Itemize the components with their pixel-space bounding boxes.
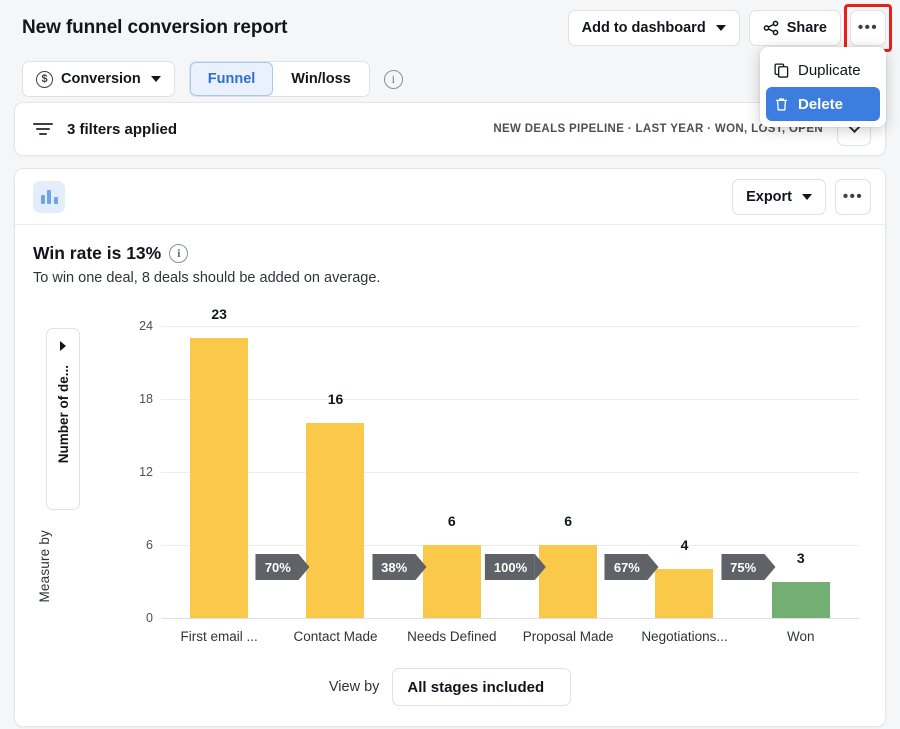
kebab-icon: ••• [843, 192, 863, 202]
plot-area: 0 6 12 18 24 23 16 6 6 4 3 70% 38% 100% 67% 75% First… [133, 302, 859, 654]
header-actions: Add to dashboard Share ••• [568, 10, 886, 46]
metric-select-button[interactable]: $ Conversion [22, 61, 175, 97]
chart-body: Win rate is 13% i To win one deal, 8 dea… [15, 225, 885, 664]
conversion-rate-badge: 100% [485, 554, 535, 580]
funnel-chart: Measure by Number of de... 0 6 12 18 24 23 16… [33, 302, 867, 654]
caret-right-icon [60, 341, 66, 351]
conversion-rate-badge: 75% [721, 554, 764, 580]
x-axis-label: First email ... [161, 629, 277, 644]
bar-value-label: 6 [564, 513, 572, 529]
view-by-label: View by [329, 679, 380, 695]
bar[interactable] [190, 338, 248, 618]
info-icon[interactable]: i [169, 244, 188, 263]
filters-applied-label: 3 filters applied [67, 121, 177, 138]
bar[interactable] [655, 569, 713, 618]
win-rate-subtitle: To win one deal, 8 deals should be added… [33, 270, 867, 286]
win-rate-heading: Win rate is 13% i [33, 243, 867, 264]
bar[interactable] [423, 545, 481, 618]
y-axis-tick: 6 [146, 538, 153, 552]
dollar-icon: $ [36, 71, 53, 88]
menu-item-duplicate-label: Duplicate [798, 62, 861, 79]
tab-funnel[interactable]: Funnel [190, 62, 274, 96]
add-to-dashboard-label: Add to dashboard [582, 20, 706, 36]
menu-item-delete-label: Delete [798, 96, 843, 113]
page-title: New funnel conversion report [22, 17, 287, 39]
bar[interactable] [306, 423, 364, 618]
y-axis-metric-select[interactable]: Number of de... [46, 328, 80, 510]
chart-more-options-button[interactable]: ••• [835, 179, 871, 215]
conversion-rate-badge: 38% [372, 554, 415, 580]
bar-value-label: 23 [211, 306, 227, 322]
filter-card: 3 filters applied NEW DEALS PIPELINE · L… [14, 102, 886, 156]
gridline: 0 [161, 618, 859, 619]
bar-value-label: 16 [328, 391, 344, 407]
chevron-down-icon [151, 76, 161, 82]
trash-icon [774, 97, 789, 112]
y-axis-tick: 18 [139, 392, 153, 406]
menu-item-duplicate[interactable]: Duplicate [766, 53, 880, 87]
share-label: Share [787, 20, 827, 36]
view-by-select[interactable]: All stages included [392, 668, 571, 706]
bar-value-label: 4 [681, 537, 689, 553]
top-header: New funnel conversion report Add to dash… [0, 0, 900, 56]
y-axis-metric-label: Number of de... [56, 365, 71, 463]
bar[interactable] [539, 545, 597, 618]
y-axis-tick: 0 [146, 611, 153, 625]
header-kebab-wrapper: ••• [850, 10, 886, 46]
view-by-control: View by All stages included [15, 664, 885, 726]
view-by-value: All stages included [407, 679, 544, 696]
chevron-down-icon [802, 194, 812, 200]
x-axis-label: Needs Defined [394, 629, 510, 644]
y-axis-tick: 24 [139, 319, 153, 333]
metric-select-label: Conversion [61, 71, 141, 87]
filter-icon [33, 123, 53, 135]
more-options-button[interactable]: ••• [850, 10, 886, 46]
x-axis-label: Negotiations... [626, 629, 742, 644]
context-menu: Duplicate Delete [760, 47, 886, 127]
chart-header-actions: Export ••• [732, 179, 871, 215]
bar-value-label: 3 [797, 550, 805, 566]
win-rate-title: Win rate is 13% [33, 243, 161, 264]
grid-area: 06121824 23166643 70%38%100%67%75% [161, 326, 859, 618]
chart-header: Export ••• [15, 169, 885, 225]
x-axis-label: Proposal Made [510, 629, 626, 644]
duplicate-icon [774, 63, 789, 78]
kebab-icon: ••• [858, 23, 878, 33]
chart-card: Export ••• Win rate is 13% i To win one … [14, 168, 886, 727]
export-button[interactable]: Export [732, 179, 826, 215]
tab-win-loss[interactable]: Win/loss [273, 62, 369, 96]
y-axis-tick: 12 [139, 465, 153, 479]
view-mode-tabs: Funnel Win/loss [189, 61, 370, 97]
share-icon [763, 20, 779, 36]
measure-by-label: Measure by [37, 530, 52, 603]
chevron-down-icon [716, 25, 726, 31]
conversion-rate-badge: 70% [256, 554, 299, 580]
x-axis-label: Contact Made [277, 629, 393, 644]
tab-win-loss-label: Win/loss [291, 71, 351, 87]
x-axis-label: Won [743, 629, 859, 644]
add-to-dashboard-button[interactable]: Add to dashboard [568, 10, 740, 46]
tab-funnel-label: Funnel [208, 71, 256, 87]
info-icon[interactable]: i [384, 70, 403, 89]
share-button[interactable]: Share [749, 10, 841, 46]
x-axis-labels: First email ...Contact MadeNeeds Defined… [161, 629, 859, 644]
export-label: Export [746, 189, 792, 205]
menu-item-delete[interactable]: Delete [766, 87, 880, 121]
bar-value-label: 6 [448, 513, 456, 529]
bar-chart-icon [33, 181, 65, 213]
bar[interactable] [772, 582, 830, 619]
filter-bar: 3 filters applied NEW DEALS PIPELINE · L… [15, 103, 885, 155]
conversion-rate-badge: 67% [605, 554, 648, 580]
